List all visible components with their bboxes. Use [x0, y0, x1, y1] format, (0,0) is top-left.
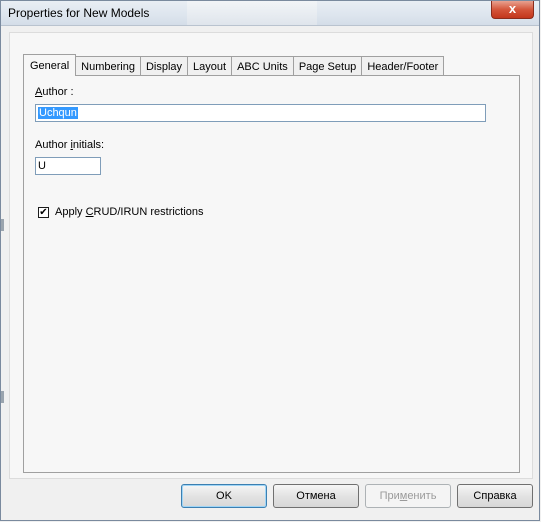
cancel-button[interactable]: Отмена	[273, 484, 359, 508]
tab-label: Display	[145, 61, 183, 73]
tab-numbering[interactable]: Numbering	[75, 56, 141, 76]
tab-header-footer[interactable]: Header/Footer	[361, 56, 445, 76]
close-icon: x	[508, 1, 517, 16]
crud-checkbox[interactable]: ✔	[38, 207, 49, 218]
apply-button[interactable]: Применить	[365, 484, 451, 508]
tab-abc-units[interactable]: ABC Units	[231, 56, 294, 76]
author-value: Uchqun	[38, 107, 78, 119]
general-tab-panel: Author : Uchqun Author initials: U ✔ App…	[23, 75, 520, 473]
initials-input[interactable]: U	[35, 157, 101, 175]
tab-page-setup[interactable]: Page Setup	[292, 56, 363, 76]
author-input[interactable]: Uchqun	[35, 104, 486, 122]
tab-label: ABC Units	[237, 61, 288, 73]
title-bar[interactable]: Properties for New Models x	[1, 1, 539, 26]
checkmark-icon: ✔	[39, 207, 48, 218]
initials-value: U	[38, 160, 46, 172]
tab-label: Page Setup	[298, 61, 357, 73]
edge-marker	[1, 391, 4, 403]
tab-label: General	[30, 60, 70, 72]
initials-label: Author initials:	[35, 139, 105, 151]
tab-strip: General Numbering Display Layout ABC Uni…	[23, 54, 445, 76]
tab-general[interactable]: General	[23, 54, 77, 76]
properties-dialog: Properties for New Models x General Numb…	[0, 0, 540, 521]
tab-display[interactable]: Display	[139, 56, 189, 76]
tab-label: Layout	[193, 61, 227, 73]
tab-label: Header/Footer	[367, 61, 439, 73]
edge-marker	[1, 219, 4, 231]
ok-button[interactable]: OK	[181, 484, 267, 508]
window-title: Properties for New Models	[8, 6, 150, 20]
dialog-content: General Numbering Display Layout ABC Uni…	[9, 32, 533, 479]
tab-layout[interactable]: Layout	[187, 56, 233, 76]
author-label: Author :	[35, 86, 74, 98]
help-button[interactable]: Справка	[457, 484, 533, 508]
background-window-ghost	[187, 1, 317, 25]
tab-label: Numbering	[81, 61, 135, 73]
crud-label[interactable]: Apply CRUD/IRUN restrictions	[55, 206, 204, 218]
close-button[interactable]: x	[491, 1, 534, 19]
